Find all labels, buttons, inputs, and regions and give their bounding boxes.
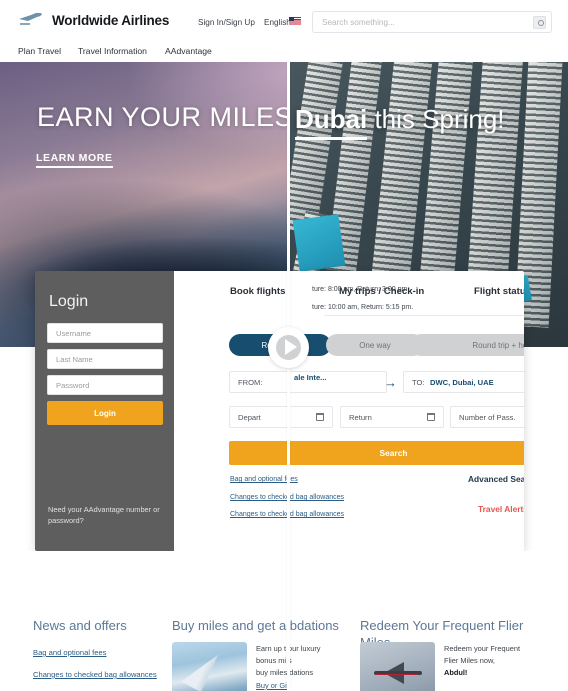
from-value: ale Inte... (294, 373, 327, 382)
slider-handle-circle (276, 335, 301, 360)
content-section: News and offers Bag and optional fees Ch… (0, 551, 568, 691)
signin-signup-link[interactable]: Sign In/Sign Up (198, 18, 255, 27)
login-button[interactable]: Login (47, 401, 163, 425)
hero-slider-zone: Dubai this Spring! EARN YOUR MILES LEARN… (0, 62, 568, 691)
site-search-box[interactable] (312, 11, 552, 33)
redeem-line1: Redeem your Frequent (444, 644, 520, 653)
flight-detail-line-2: ture: 10:00 am, Return: 5:15 pm. (312, 304, 414, 311)
depart-label: Depart (238, 413, 261, 422)
slider-divider[interactable] (287, 62, 290, 691)
page-root: Dubai this Spring! EARN YOUR MILES LEARN… (0, 0, 568, 691)
login-column: Login Login Need your AAdvantage number … (35, 271, 174, 551)
site-header: Worldwide Airlines Sign In/Sign Up Engli… (0, 0, 568, 62)
from-label: FROM: (238, 378, 263, 387)
news-link-checked-bag[interactable]: Changes to checked bag allowances (33, 669, 168, 681)
username-input[interactable] (56, 324, 156, 342)
buy-miles-line3: buy miles dations (256, 667, 314, 677)
redeem-user-name: Abdul! (444, 667, 468, 677)
password-input[interactable] (56, 376, 156, 394)
learn-more-link[interactable]: LEARN MORE (36, 152, 113, 168)
slider-handle[interactable] (268, 327, 309, 368)
redeem-miles-body: Redeem your Frequent Flier Miles now, Ab… (444, 643, 549, 679)
language-selector[interactable]: English (264, 18, 291, 27)
news-and-offers-title: News and offers (33, 618, 127, 633)
play-arrow-right-icon (285, 340, 295, 354)
login-title: Login (49, 293, 89, 310)
nav-item-travel-information[interactable]: Travel Information (78, 46, 147, 56)
search-input[interactable] (322, 12, 522, 32)
main-nav: Plan Travel Travel Information AAdvantag… (0, 40, 568, 62)
airplane-icon (19, 12, 42, 25)
brand-name: Worldwide Airlines (52, 12, 170, 28)
lastname-field[interactable] (47, 349, 163, 369)
nav-item-plan-travel[interactable]: Plan Travel (18, 46, 61, 56)
us-flag-icon[interactable] (289, 17, 301, 25)
airplane-wing-photo (172, 642, 247, 691)
buy-miles-title: Buy miles and get a bdations (172, 618, 339, 633)
logo[interactable]: Worldwide Airlines (18, 12, 169, 28)
news-link-bag-fees[interactable]: Bag and optional fees (33, 647, 168, 659)
wing-shape-icon (181, 649, 238, 691)
password-field[interactable] (47, 375, 163, 395)
jet-icon (370, 660, 426, 686)
hero-headline-left: EARN YOUR MILES (37, 102, 294, 132)
airplane-sky-photo (360, 642, 435, 691)
nav-item-aadvantage[interactable]: AAdvantage (165, 46, 212, 56)
flight-detail-line-1: ture: 8:00 am, Return: 3:00 pm. (312, 286, 410, 293)
tab-book-flights[interactable]: Book flights (230, 286, 285, 297)
login-help-text[interactable]: Need your AAdvantage number or password? (48, 504, 166, 526)
redeem-line2: Flier Miles now, (444, 655, 495, 665)
buy-or-gift-link[interactable]: Buy or Gif (256, 681, 289, 690)
username-field[interactable] (47, 323, 163, 343)
search-icon[interactable] (533, 16, 546, 29)
buy-miles-body: Earn up t our luxury bonus mi s buy mile… (256, 643, 366, 679)
lastname-input[interactable] (56, 350, 156, 368)
